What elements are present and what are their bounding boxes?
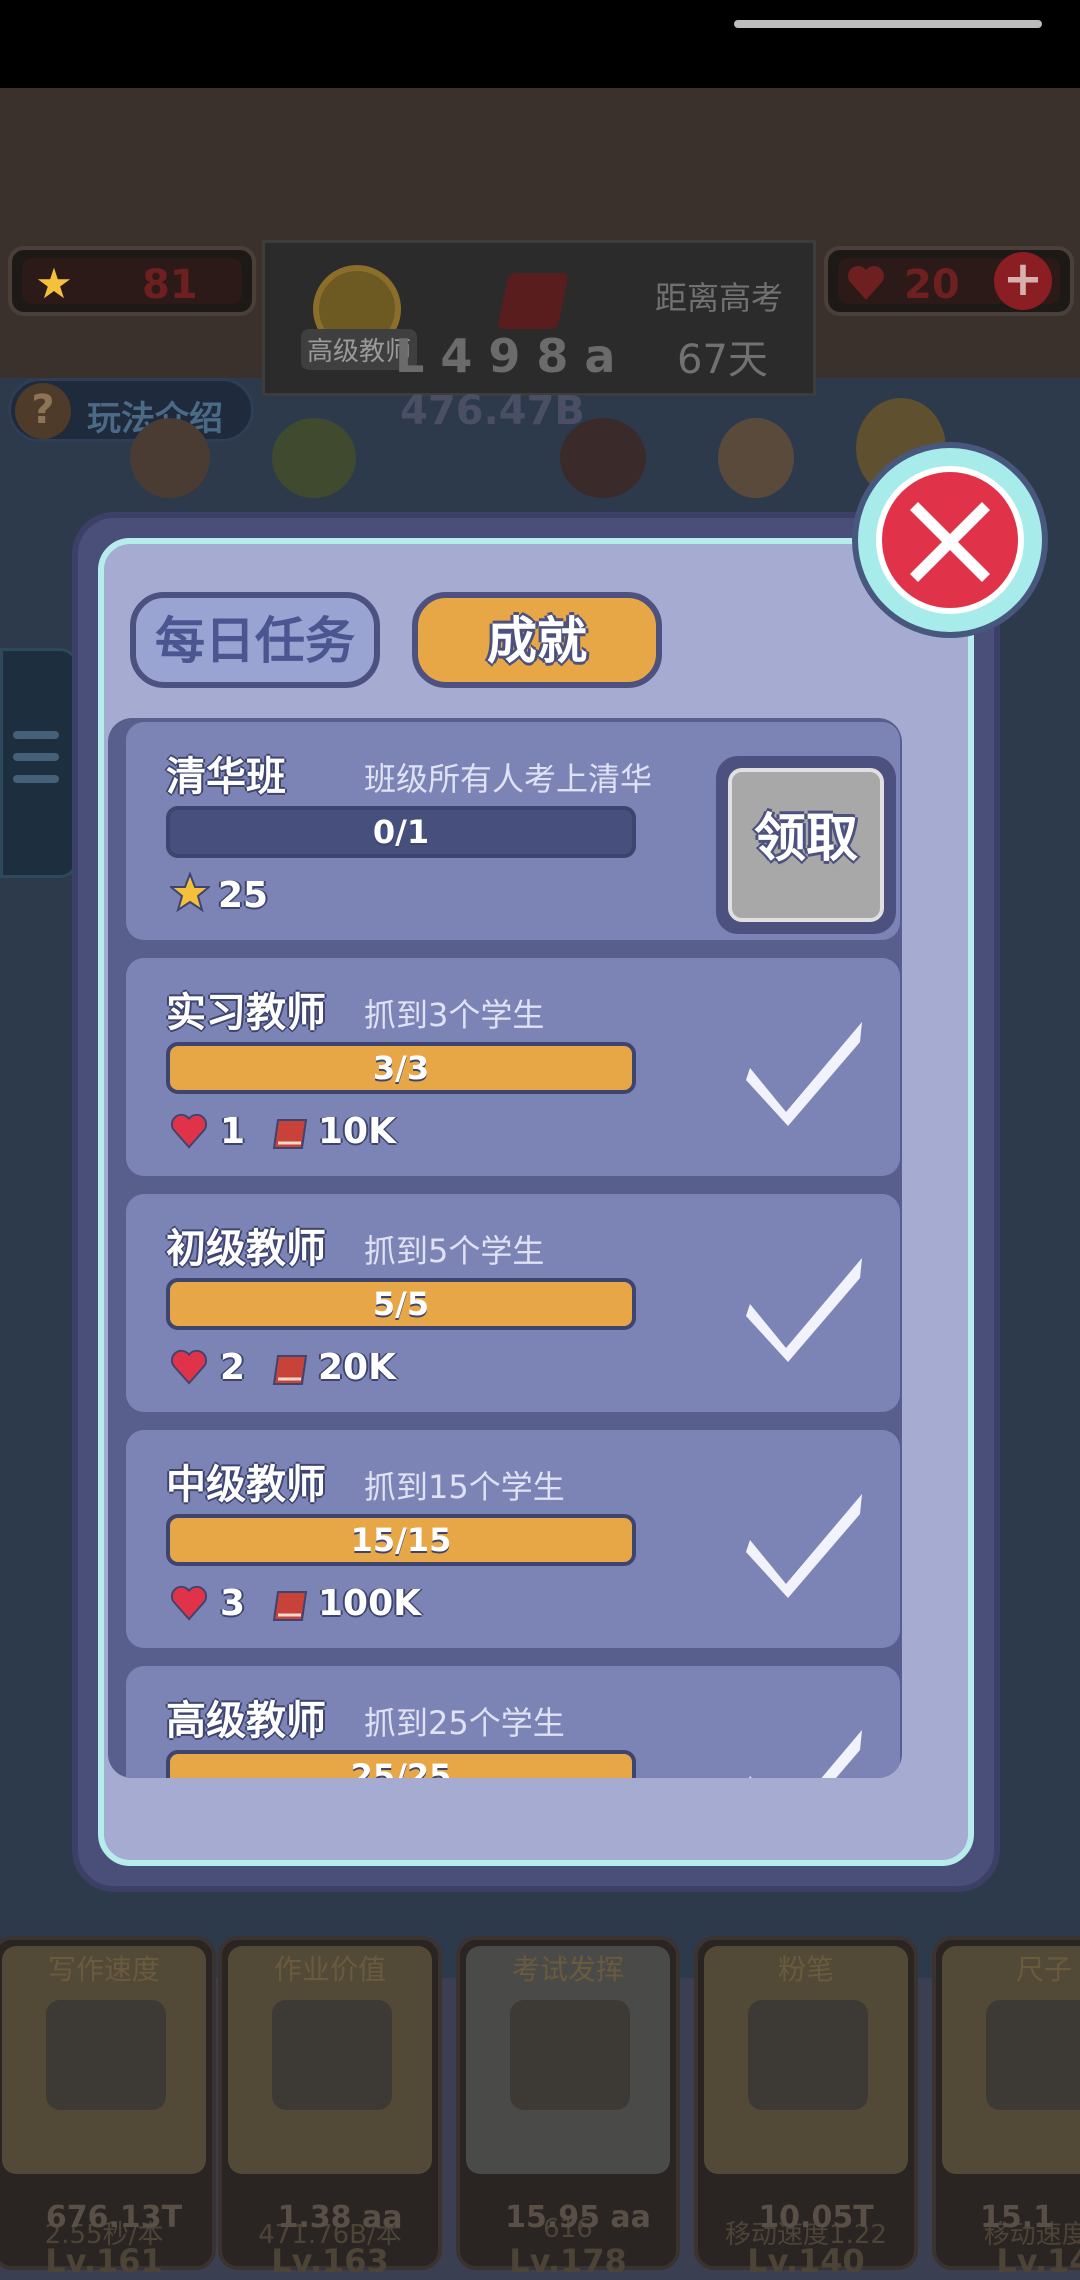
- progress-text: 5/5: [372, 1285, 430, 1323]
- progress-bar: 0/1: [166, 806, 636, 858]
- book-icon: [272, 1355, 308, 1385]
- upgrade-title: 写作速度: [47, 1953, 160, 1986]
- heart-count: 20: [904, 262, 960, 308]
- student-avatar: [130, 418, 210, 498]
- achievement-row: 实习教师 抓到3个学生 3/3 1 10K: [126, 958, 900, 1176]
- progress-bar: 15/15: [166, 1514, 636, 1566]
- checkmark-icon: [749, 1730, 862, 1778]
- heart-icon: [171, 1113, 207, 1149]
- banner-overlay-text: L 4 9 8 a: [395, 329, 616, 383]
- chalk-icon: [748, 2000, 868, 2110]
- student-avatar: [718, 418, 794, 498]
- progress-bar: 25/25: [166, 1750, 636, 1778]
- reward-star-amount: 25: [218, 875, 269, 916]
- star-icon: ★: [35, 259, 73, 308]
- achievements-dialog: 每日任务 成就 清华班 班级所有人考上清华 0/1 25 领取 实习教师 抓到3…: [72, 512, 1000, 1892]
- heart-icon: [171, 1349, 207, 1385]
- books-icon: [272, 2000, 392, 2110]
- upgrade-cost: 676.13T: [45, 2200, 183, 2235]
- status-bar: [0, 0, 1080, 88]
- achievement-row: 中级教师 抓到15个学生 15/15 3 100K: [126, 1430, 900, 1648]
- achievement-desc: 抓到15个学生: [364, 1468, 565, 1506]
- reward-book-amount: 100K: [318, 1583, 422, 1624]
- checkmark-icon: [746, 1022, 862, 1126]
- exam-countdown-label: 距离高考: [655, 279, 784, 317]
- student-avatar: [560, 418, 646, 498]
- heart-counter: 20 +: [824, 246, 1074, 316]
- book-icon: [272, 1591, 308, 1621]
- achievement-desc: 抓到3个学生: [364, 996, 545, 1034]
- star-count: 81: [142, 262, 198, 308]
- achievement-title: 高级教师: [166, 1698, 326, 1744]
- student-avatar: [272, 418, 356, 498]
- claim-button[interactable]: 领取: [716, 756, 896, 934]
- gesture-bar: [734, 20, 1042, 28]
- achievement-title: 中级教师: [166, 1462, 326, 1508]
- tab-daily-tasks[interactable]: 每日任务: [130, 592, 380, 688]
- question-icon: ?: [15, 383, 71, 439]
- progress-bar: 3/3: [166, 1042, 636, 1094]
- reward-heart-amount: 2: [220, 1347, 246, 1388]
- upgrade-cost: 15.1: [979, 2200, 1055, 2235]
- progress-text: 15/15: [350, 1521, 452, 1559]
- upgrade-title: 粉笔: [777, 1953, 834, 1986]
- exam-paper-icon: [510, 2000, 630, 2110]
- homework-total: 476.47B: [400, 388, 585, 434]
- reward-heart-amount: 3: [220, 1583, 246, 1624]
- close-button[interactable]: [852, 442, 1048, 638]
- achievement-desc: 抓到25个学生: [364, 1704, 565, 1742]
- upgrade-cost: 10.05T: [758, 2200, 874, 2235]
- star-icon: [170, 872, 210, 912]
- achievement-desc: 班级所有人考上清华: [364, 760, 653, 798]
- achievement-list[interactable]: 清华班 班级所有人考上清华 0/1 25 领取 实习教师 抓到3个学生 3/3: [108, 718, 902, 1778]
- upgrade-cost: 1.38 aa: [277, 2200, 403, 2235]
- book-icon: [497, 273, 569, 329]
- reward-book-amount: 20K: [318, 1347, 396, 1388]
- side-menu-button[interactable]: [0, 648, 78, 878]
- reward-heart-amount: 1: [220, 1111, 246, 1152]
- upgrade-title: 尺子: [1015, 1953, 1072, 1986]
- achievement-row: 高级教师 抓到25个学生 25/25: [126, 1666, 900, 1778]
- close-icon: [910, 502, 990, 582]
- heart-icon: [848, 266, 884, 300]
- rank-banner: 高级教师 距离高考 L 4 9 8 a 67天: [262, 240, 816, 396]
- checkmark-icon: [746, 1258, 862, 1362]
- heart-icon: [171, 1585, 207, 1621]
- upgrade-title: 作业价值: [273, 1953, 386, 1986]
- progress-text: 0/1: [372, 813, 430, 851]
- upgrade-title: 考试发挥: [511, 1953, 624, 1986]
- ruler-icon: [986, 2000, 1080, 2110]
- arm-icon: [46, 2000, 166, 2110]
- achievement-title: 实习教师: [166, 990, 326, 1036]
- guide-button[interactable]: ? 玩法介绍: [8, 378, 254, 442]
- star-counter: ★ 81: [8, 246, 256, 316]
- progress-bar: 5/5: [166, 1278, 636, 1330]
- checkmark-icon: [746, 1494, 862, 1598]
- achievement-row: 初级教师 抓到5个学生 5/5 2 20K: [126, 1194, 900, 1412]
- achievement-desc: 抓到5个学生: [364, 1232, 545, 1270]
- book-icon: [272, 1119, 308, 1149]
- progress-text: 25/25: [350, 1757, 452, 1778]
- upgrade-cost: 15.95 aa: [505, 2200, 651, 2235]
- upgrade-costs: 676.13T 1.38 aa 15.95 aa 10.05T 15.1: [0, 2192, 1080, 2264]
- progress-text: 3/3: [372, 1049, 430, 1087]
- achievement-row: 清华班 班级所有人考上清华 0/1 25 领取: [126, 722, 900, 940]
- achievement-title: 清华班: [166, 754, 286, 800]
- reward-book-amount: 10K: [318, 1111, 396, 1152]
- claim-label: 领取: [728, 768, 884, 922]
- add-hearts-button[interactable]: +: [994, 252, 1052, 310]
- achievement-title: 初级教师: [166, 1226, 326, 1272]
- tab-achievements[interactable]: 成就: [412, 592, 662, 688]
- exam-countdown-days: 67天: [677, 337, 768, 383]
